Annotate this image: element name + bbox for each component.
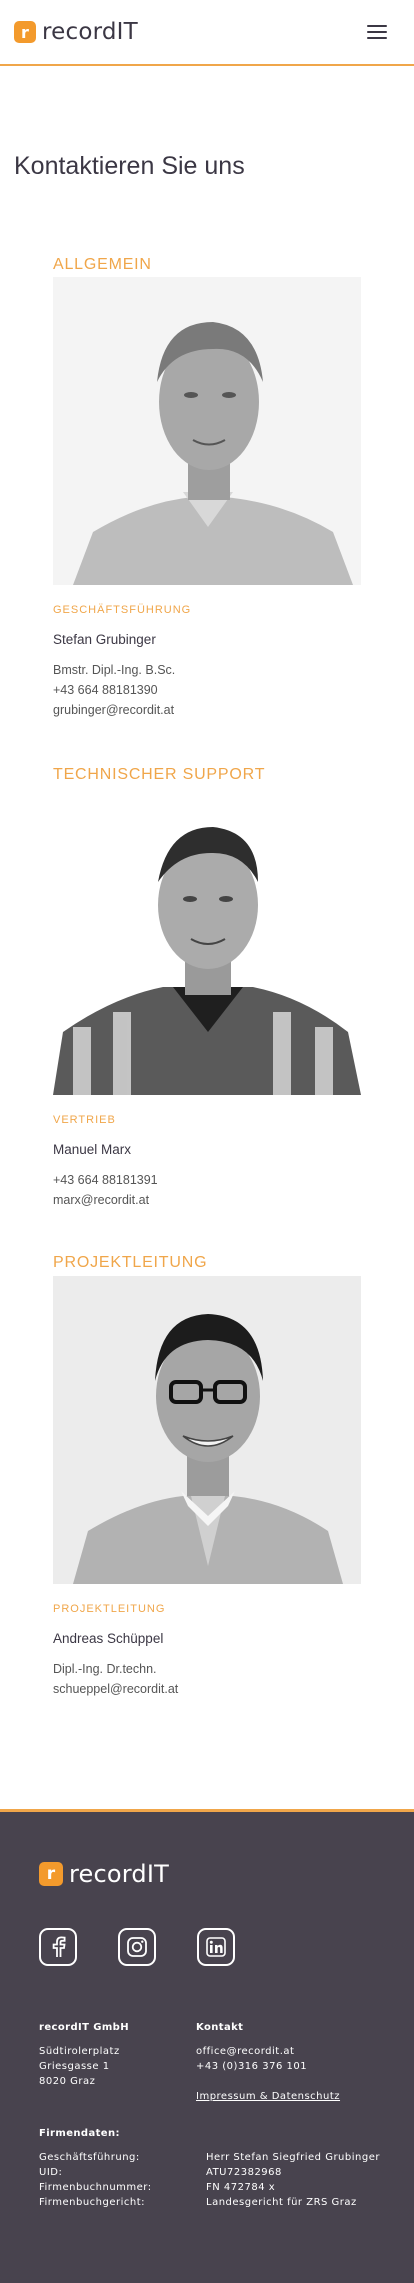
company-address: Griesgasse 1 bbox=[39, 2061, 110, 2072]
person-phone[interactable]: +43 664 88181391 bbox=[53, 1170, 158, 1190]
site-header: r recordIT bbox=[0, 0, 414, 66]
person-name: Stefan Grubinger bbox=[53, 632, 156, 647]
firmendaten-label: UID: bbox=[39, 2167, 63, 2178]
facebook-icon[interactable] bbox=[39, 1928, 77, 1966]
section-title-technischer-support: TECHNISCHER SUPPORT bbox=[53, 766, 266, 783]
firmendaten-heading: Firmendaten: bbox=[39, 2128, 120, 2139]
firmendaten-value: FN 472784 x bbox=[206, 2182, 276, 2193]
person-email[interactable]: marx@recordit.at bbox=[53, 1190, 149, 1210]
footer-logo[interactable]: r recordIT bbox=[39, 1860, 169, 1888]
firmendaten-label: Geschäftsführung: bbox=[39, 2152, 140, 2163]
person-title: Dipl.-Ing. Dr.techn. bbox=[53, 1662, 157, 1676]
site-footer: r recordIT recordIT GmbH Südtirolerplatz… bbox=[0, 1809, 414, 2283]
photo-manuel-marx bbox=[53, 787, 361, 1095]
logo-text: recordIT bbox=[69, 1860, 170, 1888]
person-email[interactable]: grubinger@recordit.at bbox=[53, 700, 174, 720]
contact-heading: Kontakt bbox=[196, 2022, 244, 2033]
logo-mark: r bbox=[39, 1862, 63, 1886]
company-heading: recordIT GmbH bbox=[39, 2022, 129, 2033]
site-logo[interactable]: r recordIT bbox=[14, 19, 138, 45]
logo-mark: r bbox=[14, 21, 36, 43]
role-label: GESCHÄFTSFÜHRUNG bbox=[53, 604, 192, 616]
impressum-link[interactable]: Impressum & Datenschutz bbox=[196, 2089, 340, 2104]
person-name: Andreas Schüppel bbox=[53, 1631, 164, 1646]
linkedin-icon[interactable] bbox=[197, 1928, 235, 1966]
company-city: 8020 Graz bbox=[39, 2076, 96, 2087]
role-label: PROJEKTLEITUNG bbox=[53, 1603, 166, 1615]
person-name: Manuel Marx bbox=[53, 1142, 132, 1157]
hamburger-menu-icon[interactable] bbox=[367, 24, 387, 40]
person-title: Bmstr. Dipl.-Ing. B.Sc. bbox=[53, 663, 176, 677]
logo-text: recordIT bbox=[42, 19, 138, 45]
contact-email[interactable]: office@recordit.at bbox=[196, 2044, 294, 2059]
company-street: Südtirolerplatz bbox=[39, 2046, 120, 2057]
firmendaten-value: ATU72382968 bbox=[206, 2167, 282, 2178]
section-title-allgemein: ALLGEMEIN bbox=[53, 256, 152, 273]
firmendaten-value: Herr Stefan Siegfried Grubinger bbox=[206, 2152, 380, 2163]
person-phone[interactable]: +43 664 88181390 bbox=[53, 680, 158, 700]
firmendaten-label: Firmenbuchnummer: bbox=[39, 2182, 152, 2193]
firmendaten-label: Firmenbuchgericht: bbox=[39, 2197, 146, 2208]
photo-andreas-schueppel bbox=[53, 1276, 361, 1584]
firmendaten-value: Landesgericht für ZRS Graz bbox=[206, 2197, 357, 2208]
contact-phone[interactable]: +43 (0)316 376 101 bbox=[196, 2059, 307, 2074]
person-email[interactable]: schueppel@recordit.at bbox=[53, 1679, 178, 1699]
page-title: Kontaktieren Sie uns bbox=[14, 152, 245, 180]
photo-stefan-grubinger bbox=[53, 277, 361, 585]
section-title-projektleitung: PROJEKTLEITUNG bbox=[53, 1254, 208, 1271]
instagram-icon[interactable] bbox=[118, 1928, 156, 1966]
role-label: VERTRIEB bbox=[53, 1114, 116, 1126]
